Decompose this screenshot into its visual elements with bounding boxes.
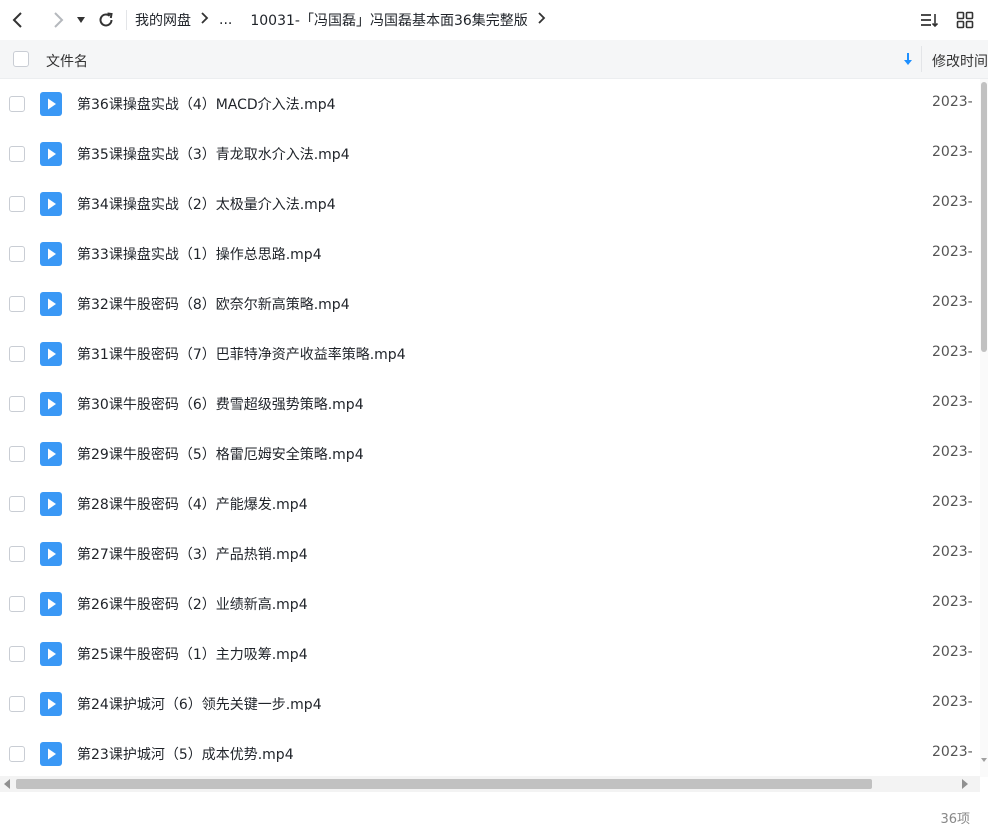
column-date-header[interactable]: 修改时间 [932,51,988,71]
file-name[interactable]: 第28课牛股密码（4）产能爆发.mp4 [77,494,308,514]
back-arrow-icon[interactable] [4,4,32,36]
row-checkbox[interactable] [9,546,25,562]
video-file-icon [40,592,62,616]
video-file-icon [40,392,62,416]
dropdown-triangle-icon[interactable] [72,4,90,36]
file-name[interactable]: 第23课护城河（5）成本优势.mp4 [77,744,294,764]
column-divider[interactable] [921,46,922,72]
video-file-icon [40,242,62,266]
row-checkbox[interactable] [9,96,25,112]
video-file-icon [40,142,62,166]
video-file-icon [40,442,62,466]
file-name[interactable]: 第35课操盘实战（3）青龙取水介入法.mp4 [77,144,350,164]
forward-arrow-icon[interactable] [44,4,72,36]
video-file-icon [40,192,62,216]
select-all-checkbox[interactable] [13,51,29,67]
file-name[interactable]: 第34课操盘实战（2）太极量介入法.mp4 [77,194,336,214]
sort-lines-icon[interactable] [916,6,942,34]
file-date: 2023- [932,494,973,510]
file-row[interactable]: 第25课牛股密码（1）主力吸筹.mp4 2023- [0,629,980,679]
row-checkbox[interactable] [9,346,25,362]
column-name-header[interactable]: 文件名 [46,51,88,71]
breadcrumb: 我的网盘 ... 10031-「冯国磊」冯国磊基本面36集完整版 [133,0,554,40]
video-file-icon [40,692,62,716]
row-checkbox[interactable] [9,646,25,662]
row-checkbox[interactable] [9,696,25,712]
file-name[interactable]: 第36课操盘实战（4）MACD介入法.mp4 [77,94,336,114]
file-date: 2023- [932,144,973,160]
file-date: 2023- [932,344,973,360]
row-checkbox[interactable] [9,246,25,262]
scroll-down-arrow-icon[interactable] [981,755,987,765]
file-row[interactable]: 第33课操盘实战（1）操作总思路.mp4 2023- [0,229,980,279]
file-row[interactable]: 第31课牛股密码（7）巴菲特净资产收益率策略.mp4 2023- [0,329,980,379]
chevron-right-icon [538,12,546,28]
video-file-icon [40,292,62,316]
file-row[interactable]: 第29课牛股密码（5）格雷厄姆安全策略.mp4 2023- [0,429,980,479]
file-date: 2023- [932,294,973,310]
file-row[interactable]: 第28课牛股密码（4）产能爆发.mp4 2023- [0,479,980,529]
file-name[interactable]: 第29课牛股密码（5）格雷厄姆安全策略.mp4 [77,444,364,464]
file-row[interactable]: 第32课牛股密码（8）欧奈尔新高策略.mp4 2023- [0,279,980,329]
file-name[interactable]: 第26课牛股密码（2）业绩新高.mp4 [77,594,308,614]
row-checkbox[interactable] [9,496,25,512]
breadcrumb-current[interactable]: 10031-「冯国磊」冯国磊基本面36集完整版 [248,10,529,30]
sort-arrow-icon[interactable] [900,50,916,68]
video-file-icon [40,92,62,116]
vertical-scroll-thumb[interactable] [981,82,987,352]
item-count: 36项 [940,812,970,827]
file-date: 2023- [932,94,973,110]
file-row[interactable]: 第34课操盘实战（2）太极量介入法.mp4 2023- [0,179,980,229]
video-file-icon [40,492,62,516]
file-name[interactable]: 第31课牛股密码（7）巴菲特净资产收益率策略.mp4 [77,344,406,364]
video-file-icon [40,542,62,566]
file-date: 2023- [932,594,973,610]
file-row[interactable]: 第24课护城河（6）领先关键一步.mp4 2023- [0,679,980,729]
file-row[interactable]: 第30课牛股密码（6）费雪超级强势策略.mp4 2023- [0,379,980,429]
file-date: 2023- [932,544,973,560]
toolbar-divider [126,10,127,30]
file-date: 2023- [932,194,973,210]
file-row[interactable]: 第27课牛股密码（3）产品热销.mp4 2023- [0,529,980,579]
column-header: 文件名 修改时间 [0,40,988,79]
file-name[interactable]: 第27课牛股密码（3）产品热销.mp4 [77,544,308,564]
file-date: 2023- [932,694,973,710]
file-name[interactable]: 第33课操盘实战（1）操作总思路.mp4 [77,244,322,264]
file-date: 2023- [932,244,973,260]
row-checkbox[interactable] [9,446,25,462]
video-file-icon [40,642,62,666]
breadcrumb-ellipsis[interactable]: ... [217,12,234,28]
file-date: 2023- [932,394,973,410]
horizontal-scroll-thumb[interactable] [16,779,872,789]
file-name[interactable]: 第30课牛股密码（6）费雪超级强势策略.mp4 [77,394,364,414]
scroll-right-arrow-icon[interactable] [960,778,970,790]
scroll-left-arrow-icon[interactable] [2,778,12,790]
row-checkbox[interactable] [9,196,25,212]
file-row[interactable]: 第36课操盘实战（4）MACD介入法.mp4 2023- [0,79,980,129]
row-checkbox[interactable] [9,146,25,162]
file-date: 2023- [932,644,973,660]
file-date: 2023- [932,744,973,760]
video-file-icon [40,742,62,766]
video-file-icon [40,342,62,366]
chevron-right-icon [201,12,209,28]
row-checkbox[interactable] [9,746,25,762]
file-name[interactable]: 第25课牛股密码（1）主力吸筹.mp4 [77,644,308,664]
file-row[interactable]: 第35课操盘实战（3）青龙取水介入法.mp4 2023- [0,129,980,179]
status-bar: 36项 [0,793,988,828]
file-row[interactable]: 第26课牛股密码（2）业绩新高.mp4 2023- [0,579,980,629]
file-name[interactable]: 第24课护城河（6）领先关键一步.mp4 [77,694,322,714]
file-list: 第36课操盘实战（4）MACD介入法.mp4 2023- 第35课操盘实战（3）… [0,79,980,777]
row-checkbox[interactable] [9,296,25,312]
row-checkbox[interactable] [9,396,25,412]
breadcrumb-root[interactable]: 我的网盘 [133,10,193,30]
file-row[interactable]: 第23课护城河（5）成本优势.mp4 2023- [0,729,980,777]
file-name[interactable]: 第32课牛股密码（8）欧奈尔新高策略.mp4 [77,294,350,314]
row-checkbox[interactable] [9,596,25,612]
refresh-icon[interactable] [92,4,120,36]
file-date: 2023- [932,444,973,460]
toolbar: 我的网盘 ... 10031-「冯国磊」冯国磊基本面36集完整版 [0,0,988,40]
grid-view-icon[interactable] [952,6,978,34]
